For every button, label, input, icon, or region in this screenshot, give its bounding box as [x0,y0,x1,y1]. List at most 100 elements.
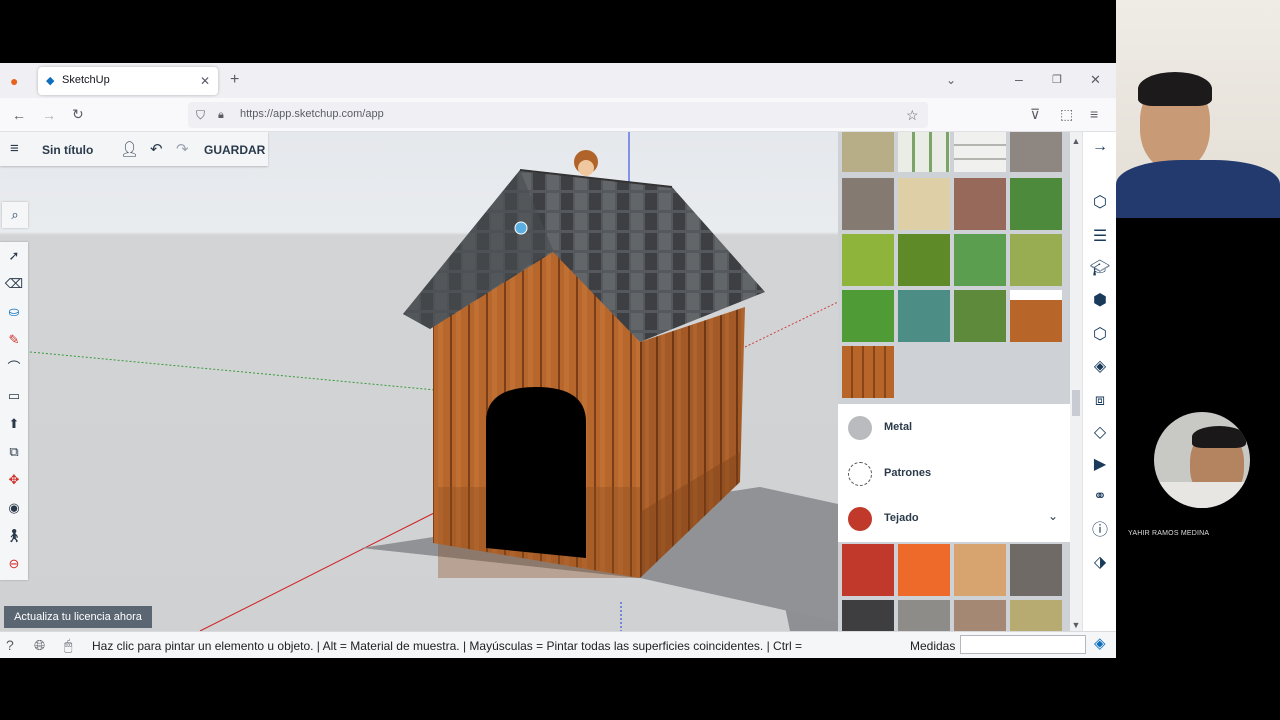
display-icon[interactable]: ⚭ [1089,486,1111,508]
forward-icon[interactable]: → [42,108,56,122]
menu-icon[interactable]: ≡ [1090,107,1098,121]
material-swatch[interactable] [898,290,950,342]
status-bar: ? 🌐︎ 🖱︎ Haz clic para pintar un elemento… [0,631,1116,658]
collapse-panel-icon[interactable]: → [1089,136,1111,158]
paint-bucket-tool-icon[interactable]: ⛀ [4,302,24,322]
scroll-down-icon[interactable]: ▼ [1070,618,1082,632]
move-tool-icon[interactable]: ✥ [4,470,24,490]
category-patterns[interactable]: Patrones [838,452,1070,496]
close-window-icon[interactable]: ✕ [1090,73,1101,87]
material-swatch[interactable] [1010,132,1062,172]
address-bar[interactable]: ⛉ 🔒︎ https://app.sketchup.com/app ☆ [188,102,928,128]
material-swatch[interactable] [1010,178,1062,230]
material-swatch[interactable] [1010,544,1062,596]
section-plane-tool-icon[interactable]: ⊖ [4,554,24,574]
material-swatch[interactable] [954,178,1006,230]
entity-info-icon[interactable]: ⬡ [1089,192,1111,214]
undo-icon[interactable]: ↶ [150,140,163,158]
material-swatch[interactable] [842,600,894,631]
arc-tool-icon[interactable]: ⌒ [4,358,24,378]
redo-icon[interactable]: ↷ [176,140,189,158]
select-tool-icon[interactable]: ➚ [4,246,24,266]
material-swatch[interactable] [954,544,1006,596]
category-roofing[interactable]: Tejado ⌄ [838,497,1070,541]
layers-icon[interactable]: ⧈ [1089,390,1111,412]
bookmark-star-icon[interactable]: ☆ [906,108,919,122]
rectangle-tool-icon[interactable]: ▭ [4,386,24,406]
new-tab-icon[interactable]: + [230,72,239,88]
reload-icon[interactable]: ↻ [72,107,84,121]
material-swatch[interactable] [954,290,1006,342]
components-icon[interactable]: ⬢ [1089,290,1111,312]
material-swatch[interactable] [1010,290,1062,342]
close-tab-icon[interactable]: ✕ [200,74,210,88]
scroll-up-icon[interactable]: ▲ [1070,134,1082,148]
material-swatch[interactable] [954,132,1006,172]
url-text[interactable]: https://app.sketchup.com/app [240,108,384,120]
scroll-thumb[interactable] [1072,390,1080,416]
help-icon[interactable]: ? [6,638,14,652]
minimize-icon[interactable]: – [1015,72,1023,86]
save-button[interactable]: GUARDAR [204,143,265,157]
extensions-icon[interactable]: ⬚ [1060,107,1073,121]
material-swatch[interactable] [842,290,894,342]
info-icon[interactable]: ⓘ [1089,520,1111,542]
tab-list-icon[interactable]: ⌄ [946,73,956,87]
tape-measure-tool-icon[interactable]: ◉ [4,498,24,518]
material-swatch[interactable] [898,178,950,230]
update-license-button[interactable]: Actualiza tu licencia ahora [4,606,152,628]
right-tray: → ⬡ ☰ 🎓︎ ⬢ ⬡ ◈ ⧈ ◇ ▶ ⚭ ⓘ ⬗ [1082,132,1116,658]
back-icon[interactable]: ← [12,108,26,122]
webcam-feed-circle [1154,412,1250,508]
material-swatch[interactable] [842,544,894,596]
material-swatch[interactable] [842,234,894,286]
search-tool-icon[interactable]: ⌕ [2,202,28,228]
material-swatch[interactable] [842,178,894,230]
solid-tools-icon[interactable]: ◈ [1089,356,1111,378]
materials-icon[interactable]: ◇ [1089,422,1111,444]
walk-tool-icon[interactable]: 🚶︎ [4,526,24,546]
model-scene[interactable] [0,132,838,631]
chevron-down-icon[interactable]: ⌄ [1048,509,1058,523]
eraser-tool-icon[interactable]: ⌫ [4,274,24,294]
scale-figure-face [578,160,594,176]
material-swatch[interactable] [954,600,1006,631]
material-swatch[interactable] [1010,234,1062,286]
doghouse-door[interactable] [486,387,586,558]
material-swatch[interactable] [898,132,950,172]
tab-sketchup[interactable]: ◆ SketchUp ✕ [38,67,218,95]
materials-scrollbar[interactable]: ▲ ▼ [1070,132,1082,631]
material-swatch[interactable] [954,234,1006,286]
mouse-icon[interactable]: 🖱︎ [64,638,72,652]
push-pull-tool-icon[interactable]: ⬆ [4,414,24,434]
material-swatch[interactable] [898,600,950,631]
instructor-icon[interactable]: 🎓︎ [1089,258,1111,280]
user-icon[interactable]: 👤︎ [120,140,139,158]
category-metal[interactable]: Metal [838,406,1070,450]
pocket-icon[interactable]: ⊽ [1030,107,1040,121]
measurements-input[interactable] [960,635,1086,654]
material-swatch[interactable] [898,234,950,286]
material-swatch[interactable] [898,544,950,596]
3d-warehouse-icon[interactable]: ⬡ [1089,324,1111,346]
extensions-tray-icon[interactable]: ⬗ [1089,552,1111,574]
outliner-icon[interactable]: ☰ [1089,226,1111,248]
firefox-icon[interactable]: ● [10,74,18,88]
3d-viewport[interactable]: ≡ Sin título 👤︎ ↶ ↷ GUARDAR ⌕ ➚ ⌫ ⛀ ✎ ⌒ … [0,132,838,631]
paint-bucket-cursor [514,221,528,235]
document-title[interactable]: Sin título [42,143,93,157]
offset-tool-icon[interactable]: ⧉ [4,442,24,462]
lock-icon[interactable]: 🔒︎ [218,108,224,122]
person-hair [1192,426,1246,448]
patterns-category-icon [848,462,872,486]
scenes-icon[interactable]: ▶ [1089,454,1111,476]
hamburger-menu-icon[interactable]: ≡ [10,140,19,157]
shield-icon[interactable]: ⛉ [196,108,205,122]
material-swatch-selected[interactable] [842,346,894,398]
globe-icon[interactable]: 🌐︎ [34,638,45,652]
pencil-tool-icon[interactable]: ✎ [4,330,24,350]
material-swatch[interactable] [1010,600,1062,631]
sketchup-app: ≡ Sin título 👤︎ ↶ ↷ GUARDAR ⌕ ➚ ⌫ ⛀ ✎ ⌒ … [0,132,1116,658]
restore-icon[interactable]: ❐ [1052,73,1062,87]
material-swatch[interactable] [842,132,894,172]
